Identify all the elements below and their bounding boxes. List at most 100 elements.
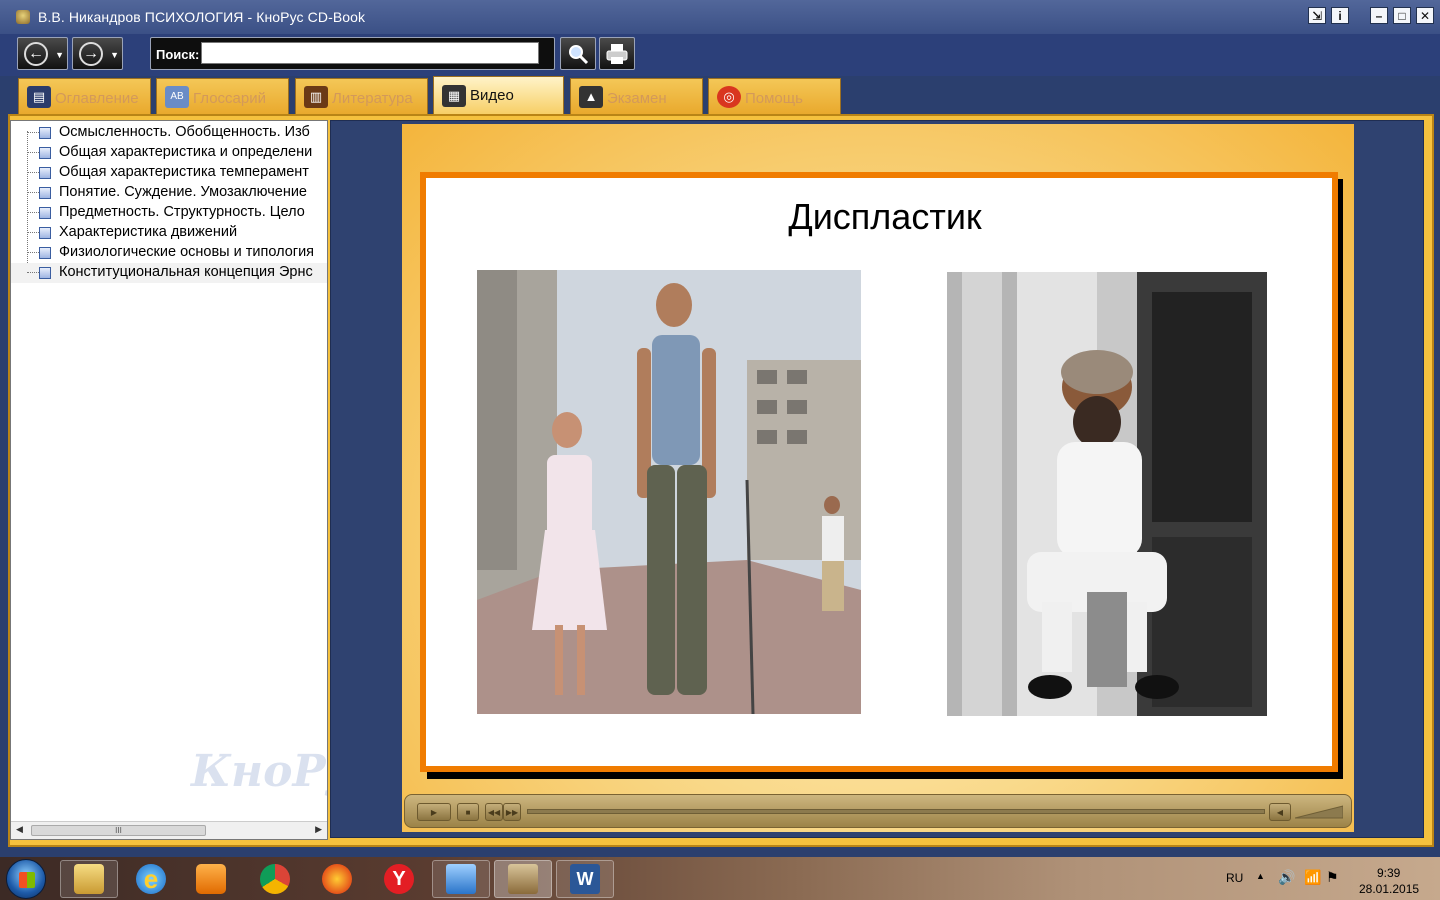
stop-button[interactable]: ■ — [457, 803, 479, 821]
folder-icon — [74, 864, 104, 894]
tree-item-label: Общая характеристика и определени — [59, 144, 313, 160]
turban-man-image — [947, 272, 1267, 716]
taskbar-chrome[interactable] — [246, 860, 304, 898]
chevron-down-icon[interactable]: ▼ — [110, 50, 119, 60]
firefox-icon — [322, 864, 352, 894]
media-player-icon — [196, 864, 226, 894]
back-arrow-icon: ← — [24, 42, 48, 66]
books-icon: ▥ — [304, 85, 328, 108]
tree-item[interactable]: Осмысленность. Обобщенность. Изб — [11, 123, 327, 143]
tab-literature[interactable]: ▥ Литература — [295, 78, 428, 114]
play-button[interactable]: ▶ — [417, 803, 451, 821]
tab-contents[interactable]: ▤ Оглавление — [18, 78, 151, 114]
taskbar-media-player[interactable] — [182, 860, 240, 898]
image-viewer-icon — [446, 864, 476, 894]
video-player-controls: ▶ ■ ◀◀ ▶▶ ◀ — [404, 794, 1352, 828]
show-hidden-icons[interactable]: ▲ — [1256, 871, 1265, 881]
clock-date[interactable]: 28.01.2015 — [1359, 882, 1419, 896]
lifebuoy-icon: ◎ — [717, 85, 741, 108]
scroll-right-icon[interactable]: ▶ — [315, 824, 322, 835]
taskbar-knorus[interactable] — [494, 860, 552, 898]
taskbar-firefox[interactable] — [308, 860, 366, 898]
page-icon — [39, 267, 51, 279]
toolbar: ← ▼ → ▼ Поиск: — [0, 34, 1440, 76]
start-button[interactable] — [6, 859, 46, 899]
tree-item-label: Конституциональная концепция Эрнс — [59, 264, 313, 280]
tab-exam[interactable]: ▲ Экзамен — [570, 78, 703, 114]
title-bar: В.В. Никандров ПСИХОЛОГИЯ - КноРус CD-Bo… — [0, 0, 1440, 34]
scroll-left-icon[interactable]: ◀ — [16, 824, 23, 835]
internet-explorer-icon: e — [136, 864, 166, 894]
tall-man-photo — [477, 270, 861, 714]
turban-man-photo — [947, 272, 1267, 716]
seek-bar[interactable] — [527, 809, 1265, 814]
windows-logo-icon — [19, 872, 35, 888]
minimize-button[interactable]: – — [1370, 7, 1388, 24]
page-icon — [39, 207, 51, 219]
tab-label: Видео — [470, 87, 514, 104]
search-icon — [569, 44, 589, 64]
page-icon — [39, 227, 51, 239]
page-icon — [39, 247, 51, 259]
tree-item-selected[interactable]: Конституциональная концепция Эрнс — [11, 263, 327, 283]
tab-label: Литература — [332, 90, 413, 107]
chrome-icon — [260, 864, 290, 894]
language-indicator[interactable]: RU — [1226, 871, 1243, 885]
taskbar-explorer[interactable] — [60, 860, 118, 898]
forward-button[interactable]: → ▼ — [72, 37, 123, 70]
search-input[interactable] — [201, 42, 539, 64]
volume-tray-icon[interactable]: 🔊 — [1278, 869, 1295, 886]
tree-item-label: Понятие. Суждение. Умозаключение — [59, 184, 308, 200]
taskbar-yandex[interactable]: Y — [370, 860, 428, 898]
tree-item[interactable]: Характеристика движений — [11, 223, 327, 243]
tab-bar: ▤ Оглавление АВ Глоссарий ▥ Литература ▦… — [0, 76, 1440, 114]
tree-item[interactable]: Физиологические основы и типология — [11, 243, 327, 263]
chevron-down-icon[interactable]: ▼ — [55, 50, 64, 60]
network-icon[interactable]: 📶 — [1304, 869, 1321, 886]
clock-time[interactable]: 9:39 — [1377, 866, 1400, 880]
resize-icon[interactable]: ⇲ — [1308, 7, 1326, 24]
volume-icon[interactable]: ◀ — [1269, 803, 1291, 821]
yandex-icon: Y — [384, 864, 414, 894]
slide: Диспластик — [420, 172, 1338, 772]
taskbar-internet-explorer[interactable]: e — [122, 860, 180, 898]
back-button[interactable]: ← ▼ — [17, 37, 68, 70]
page-icon — [39, 167, 51, 179]
tab-help[interactable]: ◎ Помощь — [708, 78, 841, 114]
tree-item[interactable]: Общая характеристика темперамент — [11, 163, 327, 183]
tree-item[interactable]: Понятие. Суждение. Умозаключение — [11, 183, 327, 203]
film-icon: ▦ — [442, 84, 466, 107]
search-button[interactable] — [560, 37, 596, 70]
window-title: В.В. Никандров ПСИХОЛОГИЯ - КноРус CD-Bo… — [38, 9, 366, 25]
book-icon: ▤ — [27, 85, 51, 108]
tree-item[interactable]: Предметность. Структурность. Цело — [11, 203, 327, 223]
info-button[interactable]: i — [1331, 7, 1349, 24]
maximize-button[interactable]: □ — [1393, 7, 1411, 24]
volume-slider[interactable] — [1295, 805, 1343, 819]
taskbar-word[interactable]: W — [556, 860, 614, 898]
search-box: Поиск: — [150, 37, 555, 70]
close-button[interactable]: ✕ — [1416, 7, 1434, 24]
tab-glossary[interactable]: АВ Глоссарий — [156, 78, 289, 114]
slide-title: Диспластик — [788, 196, 982, 237]
tree-item-label: Осмысленность. Обобщенность. Изб — [59, 124, 310, 140]
tree-item-label: Физиологические основы и типология — [59, 244, 315, 260]
tab-label: Глоссарий — [193, 90, 266, 107]
rewind-button[interactable]: ◀◀ — [485, 803, 503, 821]
print-button[interactable] — [599, 37, 635, 70]
tree-item-label: Предметность. Структурность. Цело — [59, 204, 305, 220]
search-label: Поиск: — [156, 47, 200, 62]
fast-forward-button[interactable]: ▶▶ — [503, 803, 521, 821]
tree-item[interactable]: Общая характеристика и определени — [11, 143, 327, 163]
taskbar-image-viewer[interactable] — [432, 860, 490, 898]
page-icon — [39, 187, 51, 199]
tab-label: Экзамен — [607, 90, 667, 107]
action-center-icon[interactable]: ⚑ — [1326, 869, 1339, 886]
tab-label: Помощь — [745, 90, 803, 107]
tab-video[interactable]: ▦ Видео — [433, 76, 564, 114]
contents-tree: Осмысленность. Обобщенность. Изб Общая х… — [10, 120, 328, 840]
forward-arrow-icon: → — [79, 42, 103, 66]
tree-item-label: Характеристика движений — [59, 224, 238, 240]
horizontal-scrollbar[interactable]: ◀ III ▶ — [11, 821, 327, 839]
scrollbar-thumb[interactable]: III — [31, 825, 206, 836]
